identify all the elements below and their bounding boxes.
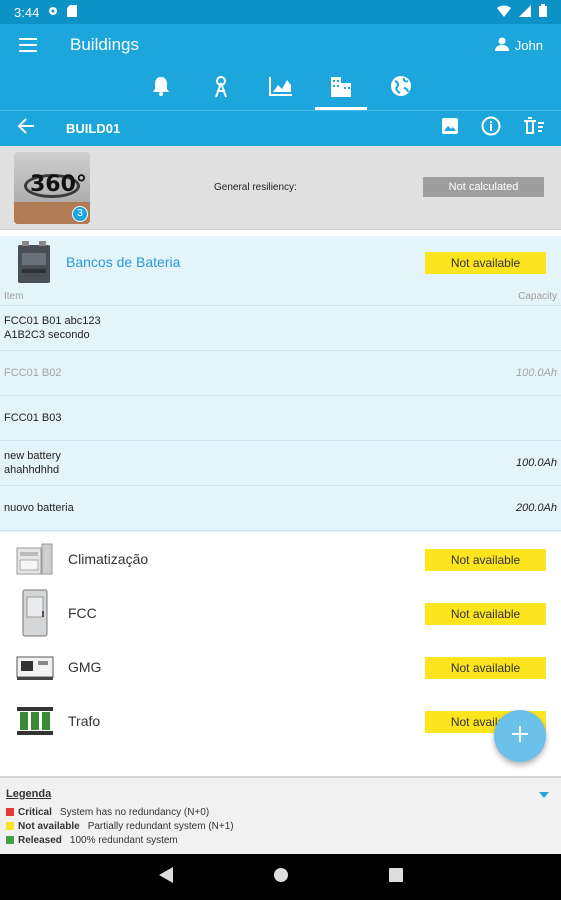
legend-toggle-button[interactable]	[539, 790, 549, 801]
caret-down-icon	[539, 790, 549, 801]
battery-capacity: 100.0Ah	[516, 367, 557, 379]
table-row[interactable]: nuovo batteria 200.0Ah	[0, 486, 561, 531]
category-item-trafo[interactable]: Trafo Not available	[0, 694, 561, 748]
legend-desc: Partially redundant system (N+1)	[87, 820, 234, 832]
building-code: BUILD01	[66, 121, 121, 136]
category-list: Climatização Not available FCC Not avail…	[0, 532, 561, 748]
legend-key: Not available	[18, 820, 80, 832]
battery-name: new battery	[4, 450, 61, 462]
back-button[interactable]	[0, 118, 52, 139]
table-row[interactable]: FCC01 B02 100.0Ah	[0, 351, 561, 396]
antenna-icon	[210, 74, 232, 103]
battery-name: nuovo batteria	[4, 502, 74, 514]
generator-icon	[16, 644, 54, 690]
legend-item-critical: Critical System has no redundancy (N+0)	[6, 805, 555, 819]
resiliency-label: General resiliency:	[214, 182, 297, 193]
menu-icon[interactable]	[0, 38, 56, 52]
battery-name-secondary: ahahhdhhd	[4, 464, 60, 476]
air-conditioner-icon	[16, 536, 54, 582]
battery-capacity: 200.0Ah	[516, 502, 557, 514]
photo-count-badge: 3	[72, 205, 88, 222]
transformer-icon	[16, 698, 54, 744]
status-time: 3:44	[14, 4, 40, 20]
chart-icon	[268, 76, 293, 101]
battery-table-header: Item Capacity	[0, 288, 561, 306]
status-badge: Not available	[425, 657, 546, 679]
panorama-label: 360°	[30, 171, 87, 197]
category-name: Climatização	[68, 551, 149, 567]
user-menu[interactable]: John	[494, 37, 543, 54]
building-toolbar: BUILD01	[0, 110, 561, 146]
nav-back-icon[interactable]	[158, 866, 173, 888]
legend-swatch	[6, 836, 14, 844]
building-icon	[329, 75, 353, 102]
legend-panel: Legenda Critical System has no redundanc…	[0, 776, 561, 854]
legend-item-released: Released 100% redundant system	[6, 833, 555, 847]
table-row[interactable]: FCC01 B03	[0, 396, 561, 441]
settings-gear-icon	[47, 5, 59, 20]
legend-desc: 100% redundant system	[69, 834, 178, 846]
category-name: GMG	[68, 659, 102, 675]
delete-sweep-icon[interactable]	[523, 117, 545, 140]
sd-card-icon	[67, 4, 78, 20]
legend-swatch	[6, 808, 14, 816]
wifi-icon	[497, 4, 511, 20]
battery-capacity: 100.0Ah	[516, 457, 557, 469]
tab-alarms[interactable]	[135, 66, 187, 110]
tab-buildings[interactable]	[314, 66, 367, 110]
legend-key: Released	[18, 834, 62, 846]
category-item-gmg[interactable]: GMG Not available	[0, 640, 561, 694]
app-bar: Buildings John	[0, 24, 561, 66]
battery-name: FCC01 B02	[4, 367, 62, 379]
cabinet-icon	[16, 589, 54, 637]
add-fab-button[interactable]	[494, 710, 546, 762]
battery-bank-icon	[16, 239, 52, 285]
tab-charts[interactable]	[255, 66, 307, 110]
arrow-left-icon	[17, 118, 34, 139]
table-row[interactable]: FCC01 B01 abc123 A1B2C3 secondo	[0, 306, 561, 351]
category-name: Trafo	[68, 713, 101, 729]
status-badge: Not available	[425, 252, 546, 274]
status-bar: 3:44	[0, 0, 561, 24]
legend-swatch	[6, 822, 14, 830]
building-info-row: 360° 3 General resiliency: Not calculate…	[0, 146, 561, 230]
category-name: FCC	[68, 605, 97, 621]
battery-name: FCC01 B03	[4, 412, 62, 424]
table-row[interactable]: new battery ahahhdhhd 100.0Ah	[0, 441, 561, 486]
nav-home-icon[interactable]	[273, 867, 289, 888]
panorama-thumbnail[interactable]: 360° 3	[14, 151, 90, 224]
image-icon[interactable]	[441, 117, 459, 140]
column-item: Item	[4, 291, 24, 302]
tab-map[interactable]	[375, 66, 427, 110]
column-capacity: Capacity	[518, 291, 557, 302]
legend-title: Legenda	[6, 788, 52, 800]
status-badge: Not available	[425, 549, 546, 571]
category-item-fcc[interactable]: FCC Not available	[0, 586, 561, 640]
battery-name: FCC01 B01 abc123	[4, 315, 101, 327]
legend-desc: System has no redundancy (N+0)	[59, 806, 210, 818]
globe-icon	[390, 75, 412, 102]
legend-key: Critical	[18, 806, 52, 818]
battery-icon	[539, 4, 547, 20]
system-nav-bar	[0, 854, 561, 900]
user-name: John	[514, 37, 543, 53]
status-badge: Not available	[425, 603, 546, 625]
signal-icon	[519, 4, 531, 20]
bell-icon	[150, 75, 172, 102]
person-icon	[494, 37, 509, 54]
battery-category-name: Bancos de Bateria	[66, 254, 181, 270]
resiliency-status-badge: Not calculated	[423, 177, 544, 197]
plus-icon	[512, 725, 528, 747]
legend-item-not-available: Not available Partially redundant system…	[6, 819, 555, 833]
battery-section: Bancos de Bateria Not available Item Cap…	[0, 236, 561, 532]
tab-bar	[0, 66, 561, 110]
page-title: Buildings	[70, 35, 139, 54]
category-item-climatizacao[interactable]: Climatização Not available	[0, 532, 561, 586]
battery-category-header[interactable]: Bancos de Bateria Not available	[0, 236, 561, 288]
tab-sites[interactable]	[195, 66, 247, 110]
nav-recents-icon[interactable]	[388, 867, 403, 887]
info-icon[interactable]	[481, 116, 501, 141]
battery-name-secondary: A1B2C3 secondo	[4, 329, 90, 341]
